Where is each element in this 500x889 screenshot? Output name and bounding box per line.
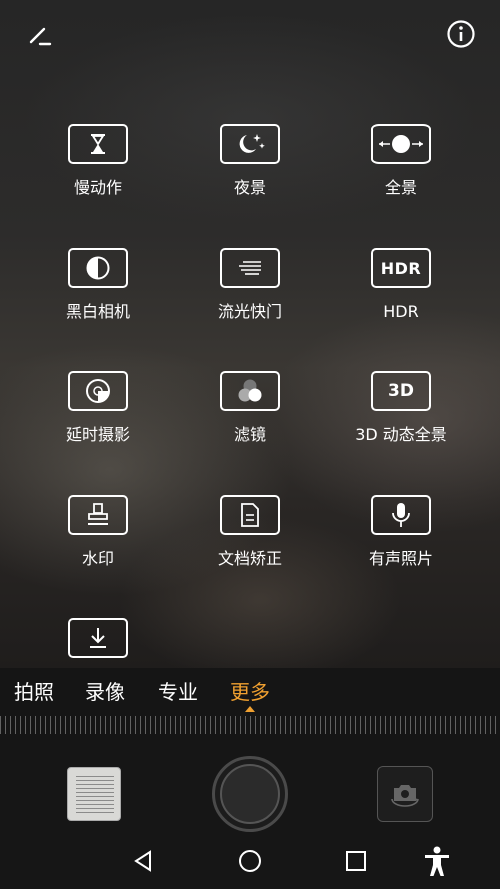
mode-label: 夜景 (233, 178, 266, 197)
tab-more[interactable]: 更多 (230, 680, 270, 704)
light-streak-icon (220, 248, 280, 288)
mode-label: 3D 动态全景 (355, 425, 447, 444)
info-icon[interactable] (444, 17, 478, 51)
hourglass-icon (68, 124, 128, 164)
tab-video[interactable]: 录像 (85, 680, 125, 704)
mode-light-painting[interactable]: 流光快门 (190, 248, 310, 322)
mode-label: 文档矫正 (217, 549, 282, 568)
tab-photo[interactable]: 拍照 (14, 680, 54, 704)
pencil-icon[interactable] (22, 18, 56, 52)
mode-document-scan[interactable]: 文档矫正 (190, 495, 310, 569)
shutter-button[interactable] (212, 756, 288, 832)
filter-circles-icon (220, 371, 280, 411)
download-icon (68, 618, 128, 658)
system-nav-bar (0, 832, 500, 889)
mode-night[interactable]: 夜景 (190, 124, 310, 198)
recents-square-icon[interactable] (339, 844, 373, 878)
camera-controls (0, 740, 500, 832)
hdr-icon: HDR (371, 248, 431, 288)
mode-slow-motion[interactable]: 慢动作 (38, 124, 158, 198)
active-tab-indicator (245, 706, 255, 712)
tab-pro[interactable]: 专业 (158, 680, 198, 704)
mode-label: 延时摄影 (65, 425, 130, 444)
mode-label: 流光快门 (217, 302, 282, 321)
mode-label: 黑白相机 (65, 302, 130, 321)
stamp-icon (68, 495, 128, 535)
mode-panorama[interactable]: 全景 (341, 124, 461, 198)
timelapse-icon (68, 371, 128, 411)
gallery-thumbnail[interactable] (67, 767, 121, 821)
mode-label: 有声照片 (368, 549, 433, 568)
document-preview (76, 776, 114, 814)
mode-audio-photo[interactable]: 有声照片 (341, 495, 461, 569)
moon-stars-icon (220, 124, 280, 164)
half-circle-icon (68, 248, 128, 288)
document-icon (220, 495, 280, 535)
mode-label: HDR (383, 302, 419, 321)
mode-tab-bar: 拍照 录像 专业 更多 (0, 668, 500, 740)
home-circle-icon[interactable] (233, 844, 267, 878)
mode-label: 全景 (384, 178, 417, 197)
shutter-inner (220, 764, 280, 824)
mode-label: 慢动作 (73, 178, 122, 197)
back-triangle-icon[interactable] (126, 844, 160, 878)
accessibility-icon[interactable] (420, 844, 454, 878)
mode-time-lapse[interactable]: 延时摄影 (38, 371, 158, 445)
microphone-icon (371, 495, 431, 535)
mode-download[interactable] (38, 618, 158, 658)
panorama-icon (371, 124, 431, 164)
mode-3d-panorama[interactable]: 3D 3D 动态全景 (341, 371, 461, 445)
mode-scroll-ruler[interactable] (0, 716, 500, 734)
mode-label: 水印 (81, 549, 114, 568)
switch-camera-icon[interactable] (377, 766, 433, 822)
3d-icon: 3D (371, 371, 431, 411)
mode-monochrome[interactable]: 黑白相机 (38, 248, 158, 322)
mode-hdr[interactable]: HDR HDR (341, 248, 461, 322)
mode-watermark[interactable]: 水印 (38, 495, 158, 569)
mode-filter[interactable]: 滤镜 (190, 371, 310, 445)
mode-label: 滤镜 (233, 425, 266, 444)
